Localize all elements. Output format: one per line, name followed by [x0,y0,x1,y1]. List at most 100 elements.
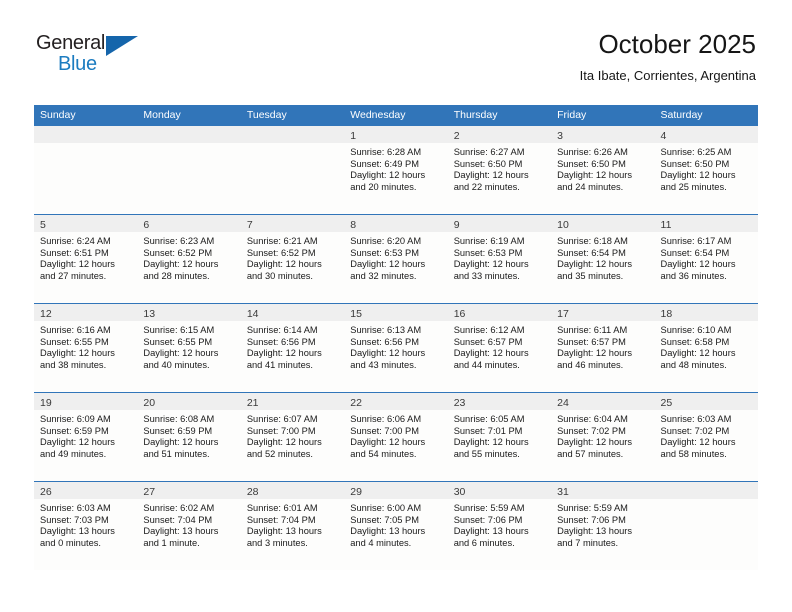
day-cell[interactable]: 19 Sunrise: 6:09 AM Sunset: 6:59 PM Dayligh… [34,393,138,481]
day-number: 19 [40,397,52,409]
day-number-band: 27 [137,482,241,499]
day-number: 1 [350,130,357,142]
sunrise-text: Sunrise: 6:09 AM [40,414,111,424]
day-cell[interactable]: 4 Sunrise: 6:25 AM Sunset: 6:50 PM Daylight… [654,126,758,214]
day-cell[interactable]: 16 Sunrise: 6:12 AM Sunset: 6:57 PM Dayligh… [447,304,552,392]
day-number-band: 5 [34,215,138,232]
day-cell[interactable]: 15 Sunrise: 6:13 AM Sunset: 6:56 PM Dayligh… [344,304,448,392]
day-details: Sunrise: 6:18 AM Sunset: 6:54 PM Daylight:… [551,232,654,282]
sunset-text: Sunset: 6:55 PM [143,336,213,347]
sunrise-text: Sunrise: 6:20 AM [350,236,422,246]
day-number-band: 22 [344,393,448,410]
day-cell[interactable]: 1 Sunrise: 6:28 AM Sunset: 6:49 PM Daylight… [344,126,448,214]
day-number: 18 [660,308,673,320]
sunset-text: Sunset: 6:54 PM [557,247,626,258]
day-number-band: 1 [344,126,448,143]
sunrise-text: Sunrise: 6:05 AM [453,414,525,424]
day-number: 27 [143,486,156,498]
day-cell[interactable]: 29 Sunrise: 6:00 AM Sunset: 7:05 PM Dayligh… [344,482,448,570]
day-number-band: 10 [551,215,655,232]
day-cell[interactable]: 10 Sunrise: 6:18 AM Sunset: 6:54 PM Dayligh… [551,215,655,303]
sunset-text: Sunset: 6:50 PM [453,158,523,169]
day-number: 12 [40,308,52,320]
daylight-text: Daylight: 12 hours and 25 minutes. [660,170,736,192]
sunrise-text: Sunrise: 6:18 AM [557,236,628,246]
sunset-text: Sunset: 6:52 PM [246,247,316,258]
daylight-text: Daylight: 12 hours and 20 minutes. [350,170,426,192]
sunset-text: Sunset: 7:01 PM [453,425,523,436]
sunset-text: Sunset: 6:52 PM [143,247,213,258]
day-details: Sunrise: 6:28 AM Sunset: 6:49 PM Daylight:… [344,143,447,193]
day-number: 7 [246,219,253,231]
weekday-header-sunday: Sunday [40,109,76,121]
sunset-text: Sunset: 6:59 PM [143,425,213,436]
daylight-text: Daylight: 12 hours and 24 minutes. [557,170,633,192]
day-details: Sunrise: 6:10 AM Sunset: 6:58 PM Daylight:… [655,321,758,371]
page-header: General Blue October 2025 Ita Ibate, Cor… [0,0,792,83]
daylight-text: Daylight: 12 hours and 35 minutes. [557,259,633,281]
day-cell[interactable]: 5 Sunrise: 6:24 AM Sunset: 6:51 PM Daylight… [34,215,138,303]
day-cell[interactable]: 23 Sunrise: 6:05 AM Sunset: 7:01 PM Dayligh… [447,393,552,481]
sunset-text: Sunset: 7:02 PM [660,425,730,436]
day-number-band [137,126,241,143]
day-details: Sunrise: 6:04 AM Sunset: 7:02 PM Daylight:… [551,410,654,460]
day-cell[interactable]: 8 Sunrise: 6:20 AM Sunset: 6:53 PM Daylight… [344,215,448,303]
day-cell[interactable]: 18 Sunrise: 6:10 AM Sunset: 6:58 PM Dayligh… [654,304,758,392]
day-details: Sunrise: 6:23 AM Sunset: 6:52 PM Daylight:… [137,232,240,282]
sunrise-text: Sunrise: 6:13 AM [350,325,422,335]
day-cell[interactable]: 24 Sunrise: 6:04 AM Sunset: 7:02 PM Dayligh… [551,393,655,481]
day-number: 6 [143,219,150,231]
brand-name-top: General [36,32,106,54]
sunset-text: Sunset: 6:55 PM [40,336,109,347]
day-cell[interactable]: 9 Sunrise: 6:19 AM Sunset: 6:53 PM Daylight… [447,215,552,303]
calendar-grid: Sunday Monday Tuesday Wednesday Thursday Frid… [34,105,758,570]
day-number: 10 [557,219,569,231]
sunrise-text: Sunrise: 6:27 AM [453,147,525,157]
day-cell[interactable]: 22 Sunrise: 6:06 AM Sunset: 7:00 PM Dayligh… [344,393,448,481]
day-cell[interactable]: 11 Sunrise: 6:17 AM Sunset: 6:54 PM Dayligh… [654,215,758,303]
daylight-text: Daylight: 12 hours and 32 minutes. [350,259,426,281]
sunrise-text: Sunrise: 6:00 AM [350,503,422,513]
day-details: Sunrise: 5:59 AM Sunset: 7:06 PM Daylight:… [448,499,551,549]
day-cell[interactable]: 21 Sunrise: 6:07 AM Sunset: 7:00 PM Dayligh… [240,393,345,481]
day-cell[interactable]: 6 Sunrise: 6:23 AM Sunset: 6:52 PM Daylight… [137,215,241,303]
day-number-band: 8 [344,215,448,232]
day-details: Sunrise: 6:08 AM Sunset: 6:59 PM Daylight:… [137,410,240,460]
day-details: Sunrise: 6:21 AM Sunset: 6:52 PM Daylight:… [241,232,344,282]
day-cell[interactable]: 3 Sunrise: 6:26 AM Sunset: 6:50 PM Daylight… [551,126,655,214]
day-cell-empty [34,126,138,214]
day-number: 16 [453,308,466,320]
daylight-text: Daylight: 12 hours and 55 minutes. [453,437,529,459]
day-cell[interactable]: 27 Sunrise: 6:02 AM Sunset: 7:04 PM Dayligh… [137,482,241,570]
day-number-band: 7 [240,215,345,232]
triangle-icon [106,36,138,56]
day-cell[interactable]: 13 Sunrise: 6:15 AM Sunset: 6:55 PM Dayligh… [137,304,241,392]
day-cell[interactable]: 26 Sunrise: 6:03 AM Sunset: 7:03 PM Dayligh… [34,482,138,570]
day-cell[interactable]: 31 Sunrise: 5:59 AM Sunset: 7:06 PM Dayligh… [551,482,655,570]
day-cell[interactable]: 7 Sunrise: 6:21 AM Sunset: 6:52 PM Daylight… [240,215,345,303]
sunrise-text: Sunrise: 6:07 AM [246,414,318,424]
day-cell[interactable]: 2 Sunrise: 6:27 AM Sunset: 6:50 PM Daylight… [447,126,552,214]
day-number-band: 18 [654,304,758,321]
daylight-text: Daylight: 13 hours and 4 minutes. [350,526,426,548]
sunset-text: Sunset: 7:04 PM [246,514,316,525]
daylight-text: Daylight: 12 hours and 52 minutes. [246,437,322,459]
day-details: Sunrise: 6:25 AM Sunset: 6:50 PM Daylight:… [655,143,758,193]
day-details: Sunrise: 6:16 AM Sunset: 6:55 PM Daylight:… [34,321,137,371]
day-number-band: 9 [447,215,552,232]
sunrise-text: Sunrise: 6:25 AM [660,147,732,157]
day-cell[interactable]: 17 Sunrise: 6:11 AM Sunset: 6:57 PM Dayligh… [551,304,655,392]
day-cell[interactable]: 28 Sunrise: 6:01 AM Sunset: 7:04 PM Dayligh… [240,482,345,570]
day-cell[interactable]: 25 Sunrise: 6:03 AM Sunset: 7:02 PM Dayligh… [654,393,758,481]
day-cell[interactable]: 20 Sunrise: 6:08 AM Sunset: 6:59 PM Dayligh… [137,393,241,481]
day-number: 30 [453,486,466,498]
day-details: Sunrise: 6:19 AM Sunset: 6:53 PM Daylight:… [448,232,551,282]
day-cell[interactable]: 30 Sunrise: 5:59 AM Sunset: 7:06 PM Dayligh… [447,482,552,570]
day-cell[interactable]: 12 Sunrise: 6:16 AM Sunset: 6:55 PM Dayligh… [34,304,138,392]
day-cell[interactable]: 14 Sunrise: 6:14 AM Sunset: 6:56 PM Dayligh… [240,304,345,392]
sunset-text: Sunset: 6:50 PM [660,158,730,169]
sunrise-text: Sunrise: 6:21 AM [246,236,318,246]
day-details: Sunrise: 6:01 AM Sunset: 7:04 PM Daylight:… [241,499,344,549]
sunrise-text: Sunrise: 6:26 AM [557,147,628,157]
daylight-text: Daylight: 12 hours and 28 minutes. [143,259,219,281]
